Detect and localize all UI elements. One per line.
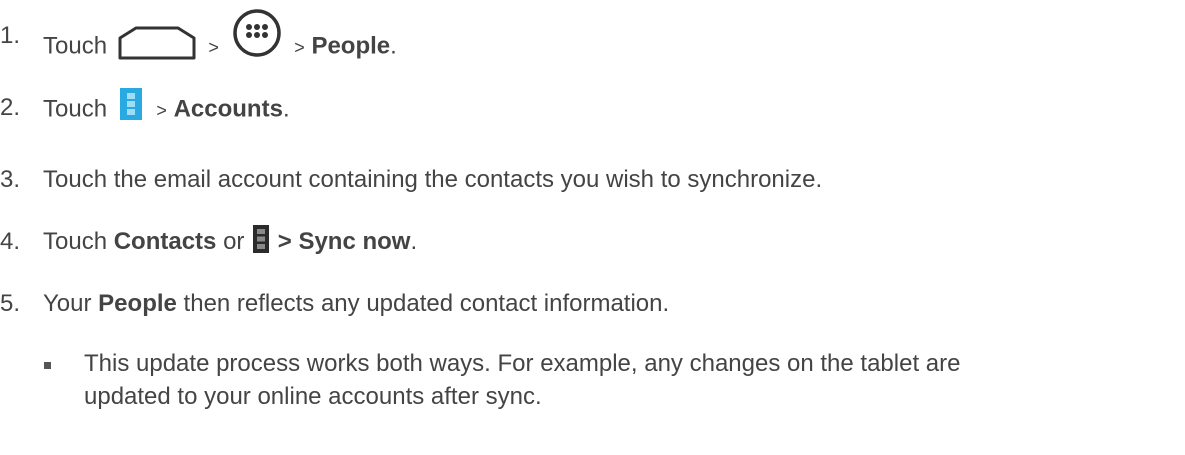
step-number: 4. <box>0 228 21 255</box>
note-line-2: updated to your online accounts after sy… <box>84 383 542 410</box>
period: . <box>390 32 397 60</box>
note-line-1: This update process works both ways. For… <box>84 350 961 377</box>
step-target: People <box>98 290 177 317</box>
period: . <box>410 228 418 255</box>
step-target: Contacts <box>113 228 217 255</box>
step-text: or <box>223 228 245 255</box>
step-number: 1. <box>0 22 21 49</box>
separator: > <box>208 37 219 58</box>
apps-icon <box>232 8 282 58</box>
step-target: Accounts <box>173 95 283 123</box>
step-number: 5. <box>0 290 21 317</box>
step-text: Touch <box>43 95 108 123</box>
menu-icon <box>119 88 142 120</box>
step-text: Your <box>43 290 92 317</box>
bullet-icon <box>44 362 51 369</box>
step-text: Touch <box>43 32 108 60</box>
step-text: then reflects any updated contact inform… <box>183 290 670 317</box>
home-icon <box>118 26 196 60</box>
step-number: 3. <box>0 166 21 193</box>
step-text: Touch the email account containing the c… <box>43 166 823 193</box>
separator: > <box>156 100 167 121</box>
separator: > <box>294 37 305 58</box>
period: . <box>282 95 290 123</box>
note-bullet: This update process works both ways. For… <box>0 350 1185 422</box>
step-target: People <box>311 32 391 60</box>
step-number: 2. <box>0 94 21 121</box>
menu-icon <box>253 224 270 253</box>
step-target: > Sync now <box>277 228 411 255</box>
step-text: Touch <box>43 228 108 255</box>
